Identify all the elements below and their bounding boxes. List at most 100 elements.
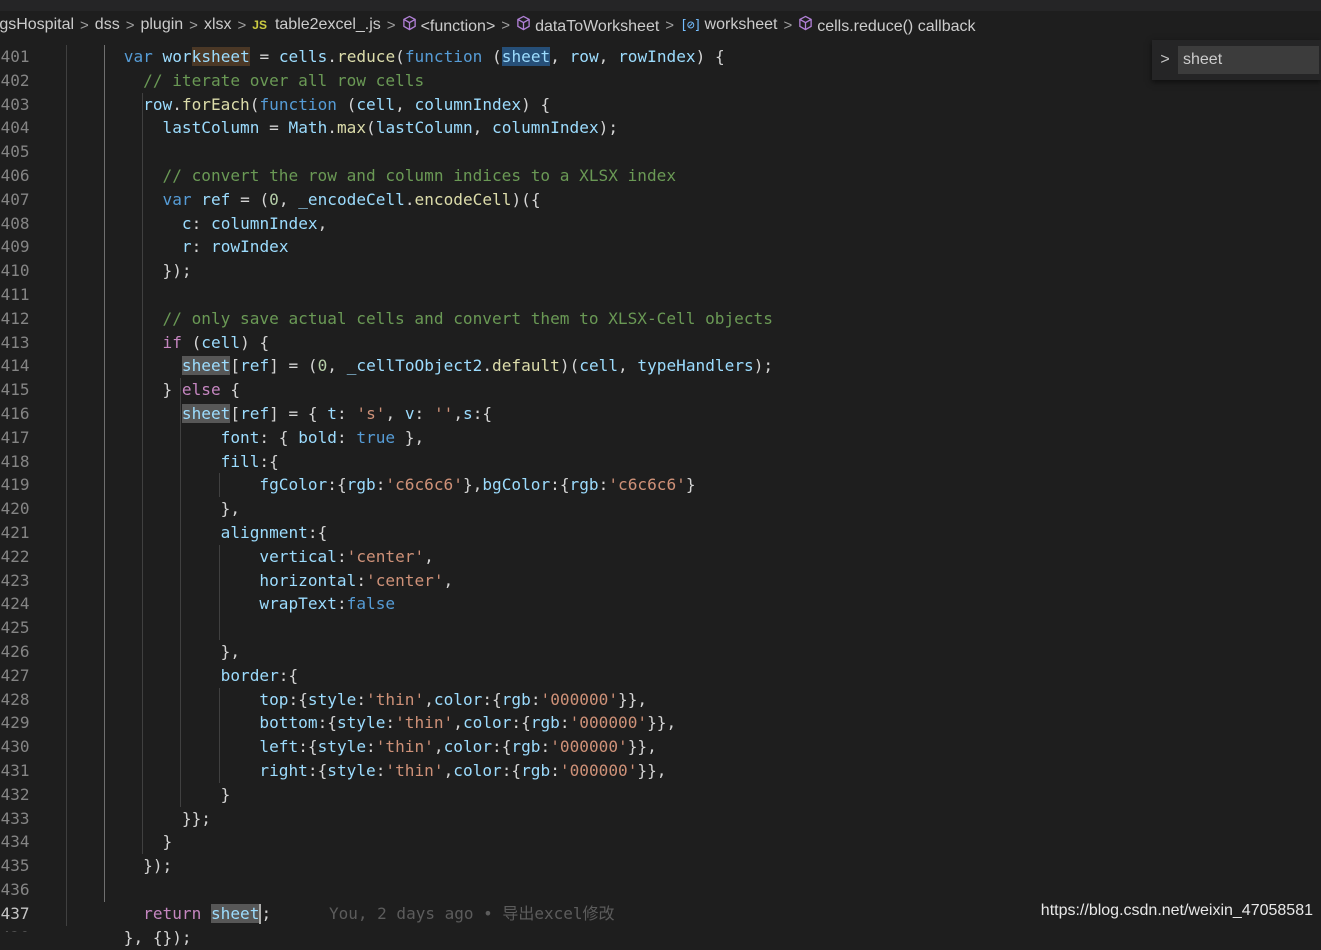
code-token: }},	[637, 761, 667, 780]
code-token: Math	[288, 118, 328, 138]
code-token: ] = (	[269, 356, 318, 376]
code-line[interactable]: sheet[ref] = { t: 's', v: '',s:{	[85, 402, 492, 426]
code-token: color	[433, 689, 483, 709]
breadcrumb-item[interactable]: cells.reduce() callback	[798, 15, 976, 36]
code-line[interactable]: alignment:{	[85, 521, 328, 545]
code-token: // only save actual cells and convert th…	[162, 308, 773, 328]
code-line[interactable]: },	[85, 497, 240, 521]
code-token: wor	[162, 47, 192, 66]
code-line[interactable]: // convert the row and column indices to…	[85, 164, 677, 188]
code-token: :	[530, 689, 541, 709]
code-line[interactable]: var ref = (0, _encodeCell.encodeCell)({	[85, 188, 541, 212]
code-line[interactable]: border:{	[85, 664, 299, 688]
breadcrumb-item[interactable]: rgsHospital	[0, 16, 74, 34]
code-line[interactable]: }	[85, 830, 173, 854]
code-line[interactable]: }, {});	[85, 926, 192, 950]
code-line[interactable]: lastColumn = Math.max(lastColumn, column…	[85, 116, 619, 140]
code-line[interactable]: top:{style:'thin',color:{rgb:'000000'}},	[85, 688, 647, 712]
code-token: '000000'	[559, 761, 638, 780]
code-line[interactable]: sheet[ref] = (0, _cellToObject2.default)…	[85, 354, 773, 378]
code-token: (	[395, 47, 405, 66]
code-line[interactable]: }};	[85, 807, 211, 831]
code-token: },	[220, 499, 241, 519]
code-line[interactable]: row.forEach(function (cell, columnIndex)…	[85, 93, 550, 117]
code-token: :{	[298, 737, 318, 757]
code-token: }},	[647, 713, 677, 733]
code-token: :{	[511, 713, 531, 733]
code-line[interactable]: left:{style:'thin',color:{rgb:'000000'}}…	[85, 735, 656, 759]
code-token: :	[336, 546, 347, 566]
code-token: :	[550, 761, 560, 780]
code-token: :{	[278, 665, 299, 685]
code-line[interactable]: // only save actual cells and convert th…	[85, 307, 773, 331]
code-line[interactable]: var worksheet = cells.reduce(function (s…	[85, 45, 725, 69]
code-token: [	[230, 356, 241, 376]
code-line[interactable]: c: columnIndex,	[85, 212, 327, 236]
code-token: columnIndex	[211, 213, 318, 233]
code-line[interactable]: });	[85, 259, 192, 283]
breadcrumb-item[interactable]: <function>	[402, 15, 495, 36]
breadcrumb-item[interactable]: dss	[95, 16, 120, 34]
breadcrumb-item[interactable]: [⊘] worksheet	[680, 16, 777, 34]
find-input[interactable]	[1178, 46, 1319, 74]
code-token: :	[540, 737, 551, 757]
code-token: ,	[453, 713, 463, 733]
code-line[interactable]: r: rowIndex	[85, 235, 289, 259]
code-line[interactable]: right:{style:'thin',color:{rgb:'000000'}…	[85, 759, 666, 783]
code-area[interactable]: var worksheet = cells.reduce(function (s…	[0, 45, 1321, 947]
code-token: cell	[356, 94, 396, 114]
code-token: },	[462, 475, 483, 495]
code-token: .	[327, 47, 337, 66]
code-line[interactable]: });	[85, 854, 172, 878]
code-token: var	[162, 189, 192, 209]
method-cube-icon	[516, 15, 531, 31]
code-line[interactable]: }	[85, 783, 231, 807]
breadcrumb-item[interactable]: JS table2excel_.js	[252, 16, 381, 34]
code-token: :{	[482, 689, 502, 709]
code-token: ref	[201, 189, 231, 209]
code-token: :	[375, 761, 386, 780]
code-line[interactable]: fgColor:{rgb:'c6c6c6'},bgColor:{rgb:'c6c…	[85, 473, 695, 497]
code-token: cell	[579, 356, 619, 376]
code-token: false	[346, 594, 396, 614]
toggle-replace-chevron-icon[interactable]: >	[1152, 51, 1178, 69]
code-line[interactable]: font: { bold: true },	[85, 426, 425, 450]
code-line[interactable]: return sheet;	[85, 902, 271, 926]
code-token: max	[336, 118, 367, 138]
code-line[interactable]: // iterate over all row cells	[85, 69, 424, 93]
code-editor[interactable]: 2401240224032404240524062407240824092410…	[0, 45, 1321, 947]
code-token: color	[453, 761, 502, 780]
code-line[interactable]: if (cell) {	[85, 331, 270, 355]
code-line[interactable]: horizontal:'center',	[85, 569, 453, 593]
code-token: cell	[201, 332, 241, 352]
code-line[interactable]: fill:{	[85, 450, 279, 474]
code-token: sheet	[501, 47, 551, 66]
code-line[interactable]: bottom:{style:'thin',color:{rgb:'000000'…	[85, 711, 676, 735]
code-token: border	[220, 665, 279, 685]
code-line[interactable]: } else {	[85, 378, 241, 402]
code-token: .	[327, 118, 337, 138]
code-token: bottom	[259, 713, 318, 733]
code-line[interactable]: vertical:'center',	[85, 545, 433, 569]
code-token: 0	[317, 356, 328, 376]
code-line[interactable]: wrapText:false	[85, 592, 395, 616]
code-token: font	[220, 427, 260, 447]
code-token: style	[317, 737, 367, 757]
code-token: :{	[317, 713, 337, 733]
breadcrumb-label: plugin	[140, 16, 184, 33]
code-token: ) {	[240, 332, 270, 352]
breadcrumb-item[interactable]: plugin	[140, 16, 183, 34]
code-line[interactable]: },	[85, 640, 240, 664]
breadcrumb-label: dss	[94, 16, 120, 33]
breadcrumb-item[interactable]: dataToWorksheet	[516, 15, 659, 36]
code-token: ,	[433, 737, 444, 757]
breadcrumb-item[interactable]: xlsx	[204, 16, 232, 34]
code-token: =	[249, 47, 279, 66]
code-token: alignment	[220, 523, 308, 542]
